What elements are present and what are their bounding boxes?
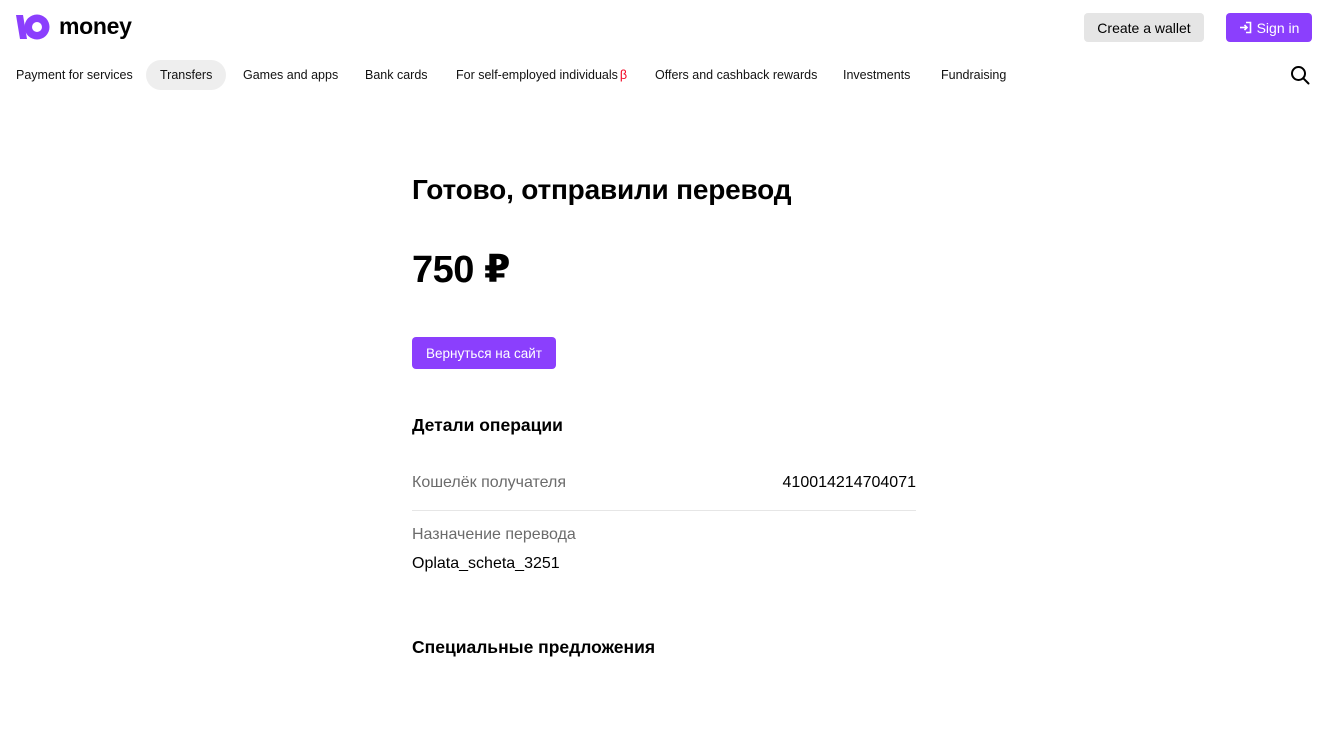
yoomoney-logo-icon	[16, 14, 50, 40]
return-to-site-button[interactable]: Вернуться на сайт	[412, 337, 556, 369]
transfer-amount: 750 ₽	[412, 249, 510, 291]
nav-item-label: Fundraising	[941, 68, 1007, 82]
nav-item-label: Offers and cashback rewards	[655, 68, 818, 82]
sign-in-icon	[1239, 21, 1251, 34]
details-row-transfer-purpose: Назначение перевода Oplata_scheta_3251	[412, 522, 916, 577]
search-icon	[1291, 66, 1310, 85]
nav-item-investments[interactable]: Investments	[843, 60, 910, 90]
nav-item-label: Games and apps	[243, 68, 339, 82]
recipient-wallet-value: 410014214704071	[782, 474, 916, 491]
nav-item-label: Payment for services	[16, 68, 133, 82]
sign-in-button[interactable]: Sign in	[1226, 13, 1312, 42]
sign-in-label: Sign in	[1256, 19, 1300, 36]
create-wallet-button[interactable]: Create a wallet	[1084, 13, 1204, 42]
details-row-recipient-wallet: Кошелёк получателя 410014214704071	[412, 470, 916, 511]
nav-item-label: Bank cards	[365, 68, 428, 82]
nav-item-offers-and-cashback[interactable]: Offers and cashback rewards	[655, 60, 817, 90]
nav-item-label: Investments	[843, 68, 911, 82]
transfer-purpose-label: Назначение перевода	[412, 526, 576, 543]
operation-details-title: Детали операции	[412, 415, 563, 435]
search-button[interactable]	[1290, 64, 1312, 86]
nav-item-label: Transfers	[160, 68, 213, 82]
nav-item-games-and-apps[interactable]: Games and apps	[243, 60, 338, 90]
beta-badge: β	[619, 68, 628, 82]
nav-item-bank-cards[interactable]: Bank cards	[365, 60, 428, 90]
nav-item-fundraising[interactable]: Fundraising	[941, 60, 1006, 90]
nav-item-self-employed[interactable]: For self-employed individuals β	[456, 60, 627, 90]
nav-item-label: For self-employed individuals	[456, 68, 618, 82]
transfer-purpose-value: Oplata_scheta_3251	[412, 555, 560, 572]
nav-item-transfers[interactable]: Transfers	[146, 60, 227, 90]
header: money Create a wallet Sign in	[0, 0, 1328, 54]
recipient-wallet-label: Кошелёк получателя	[412, 474, 567, 491]
page-title: Готово, отправили перевод	[412, 174, 792, 205]
main-nav: Payment for services Transfers Games and…	[0, 60, 1328, 90]
nav-item-payment-for-services[interactable]: Payment for services	[16, 60, 133, 90]
logo-circle-hole	[32, 22, 42, 32]
logo-text: money	[59, 12, 132, 39]
special-offers-title: Специальные предложения	[412, 637, 656, 657]
logo[interactable]: money	[16, 12, 132, 42]
